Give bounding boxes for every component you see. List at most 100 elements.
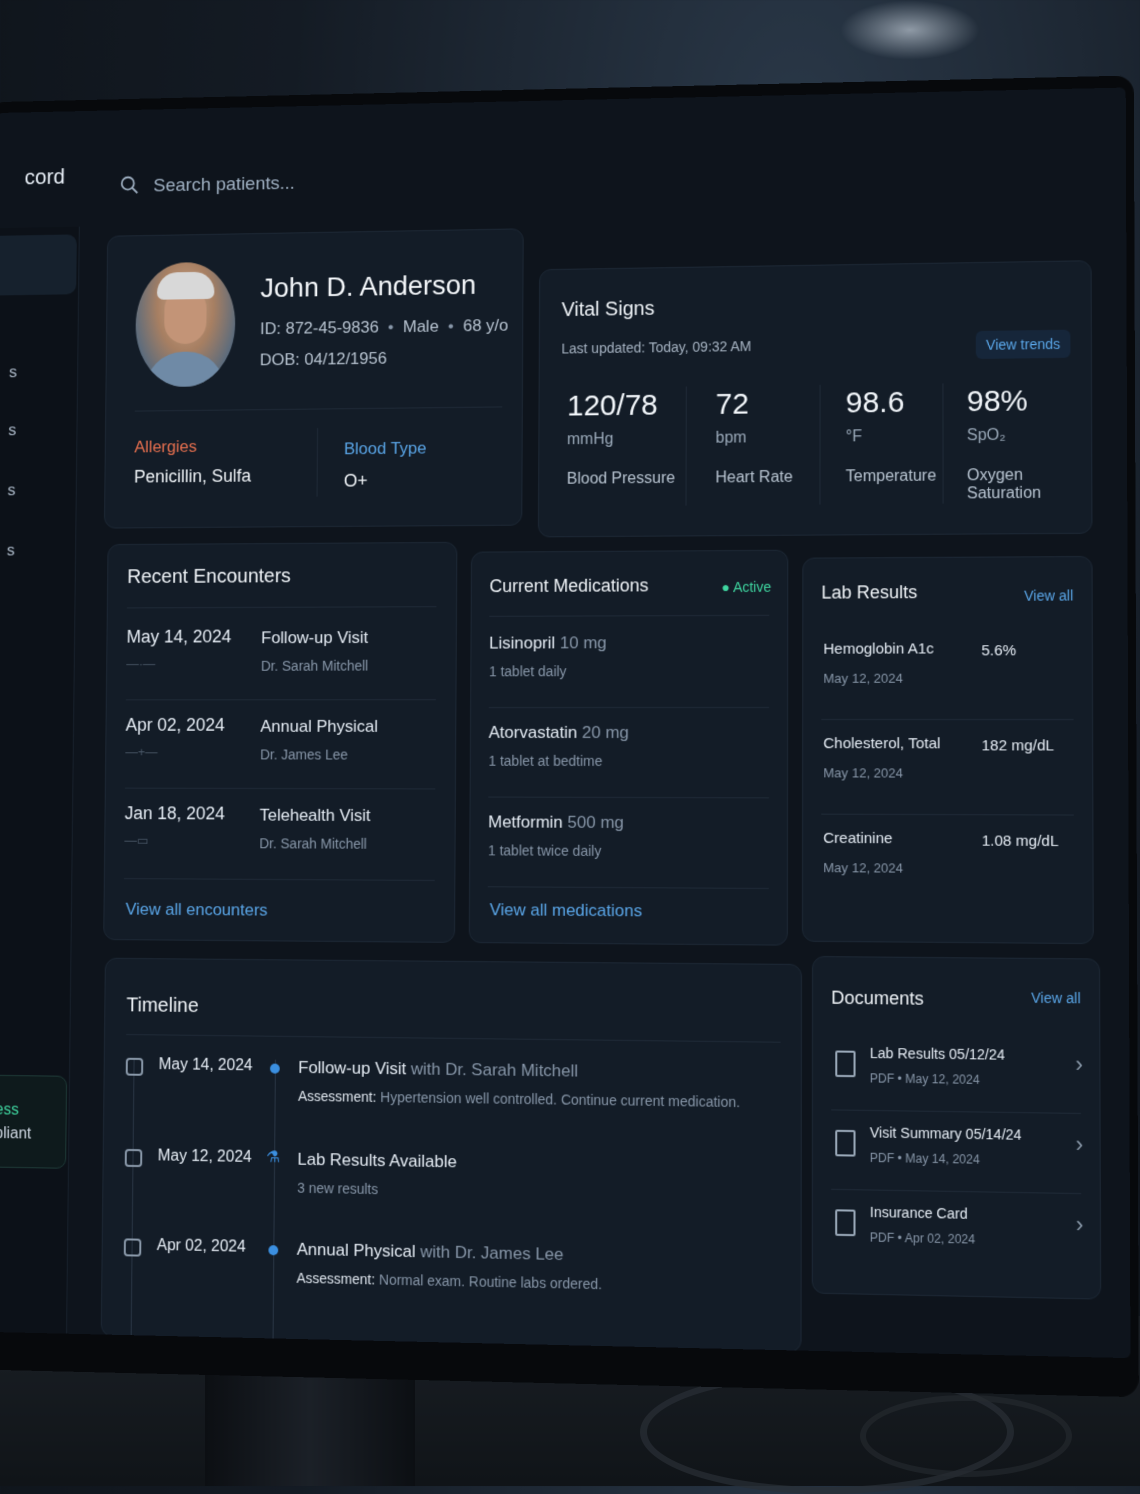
blood-type-label: Blood Type (343, 438, 427, 459)
timeline-card: Timeline May 14, 2024 Follow-up Visit wi… (100, 957, 802, 1353)
calendar-icon (123, 1238, 142, 1257)
timeline-item[interactable]: May 14, 2024 Follow-up Visit with Dr. Sa… (104, 1054, 801, 1154)
vital-heart-rate: 72 bpm Heart Rate (715, 387, 792, 487)
chevron-right-icon[interactable]: › (1075, 1051, 1083, 1078)
timeline-item[interactable]: May 12, 2024 ⚗ Lab Results Available 3 n… (103, 1145, 801, 1248)
document-meta: PDF • May 14, 2024 (869, 1150, 980, 1167)
divider (819, 384, 821, 505)
medication-instructions: 1 tablet daily (488, 663, 567, 680)
medication-name-line: Metformin 500 mg (488, 812, 624, 832)
encounter-type: Follow-up Visit (261, 628, 369, 648)
timeline-heading: Follow-up Visit with Dr. Sarah Mitchell (298, 1058, 578, 1082)
vital-temperature: 98.6 °F Temperature (846, 385, 937, 486)
lab-results-card: Lab Results View all Hemoglobin A1c May … (801, 555, 1094, 945)
sidebar-item-label[interactable]: s (7, 541, 15, 560)
sidebar: s s s s ess pliant (0, 226, 80, 1334)
recent-encounters-card: Recent Encounters May 14, 2024 —·— Follo… (103, 541, 458, 943)
encounter-row[interactable]: May 14, 2024 —·— Follow-up Visit Dr. Sar… (107, 614, 456, 697)
lab-value: 182 mg/dL (981, 737, 1055, 755)
lab-date: May 12, 2024 (823, 860, 904, 876)
divider (942, 383, 944, 504)
documents-title: Documents (831, 987, 924, 1009)
search-bar[interactable] (119, 158, 603, 206)
lab-name: Cholesterol, Total (823, 735, 941, 753)
lab-row[interactable]: Creatinine May 12, 2024 1.08 mg/dL (803, 818, 1093, 909)
view-all-encounters-link[interactable]: View all encounters (125, 900, 267, 921)
video-icon: —▭ (124, 832, 149, 848)
chevron-right-icon[interactable]: › (1076, 1212, 1084, 1239)
blood-type-value: O+ (343, 470, 368, 491)
assessment-text: Normal exam. Routine labs ordered. (378, 1271, 603, 1293)
chevron-right-icon[interactable]: › (1075, 1131, 1083, 1158)
assessment-label: Assessment: (296, 1269, 376, 1288)
hipaa-compliant-text: pliant (0, 1125, 32, 1143)
encounter-row[interactable]: Jan 18, 2024 —▭ Telehealth Visit Dr. Sar… (105, 791, 455, 876)
divider (489, 614, 770, 617)
lab-row[interactable]: Cholesterol, Total May 12, 2024 182 mg/d… (803, 723, 1092, 813)
medication-row[interactable]: Metformin 500 mg 1 tablet twice daily (470, 800, 787, 886)
medication-name: Metformin (488, 812, 563, 832)
timeline-date: May 12, 2024 (157, 1147, 252, 1166)
lab-name: Creatinine (823, 829, 893, 848)
top-bar: cord (0, 88, 1126, 229)
vital-unit: °F (845, 428, 862, 446)
lab-value: 1.08 mg/dL (981, 832, 1059, 851)
encounter-doctor: Dr. James Lee (260, 746, 348, 763)
search-input[interactable] (151, 166, 562, 199)
document-row[interactable]: Lab Results 05/12/24 PDF • May 12, 2024 … (813, 1032, 1100, 1111)
sidebar-item-active[interactable] (0, 234, 77, 296)
timeline-event-with: with Dr. Sarah Mitchell (410, 1059, 579, 1081)
lab-results-title: Lab Results (821, 582, 918, 603)
assessment-label: Assessment: (297, 1087, 377, 1105)
vital-label: Blood Pressure (566, 469, 676, 488)
document-icon (835, 1209, 856, 1237)
document-row[interactable]: Insurance Card PDF • Apr 02, 2024 › (813, 1191, 1100, 1272)
divider (488, 706, 770, 709)
search-icon (119, 174, 140, 200)
medication-dose: 10 mg (559, 633, 607, 653)
medication-row[interactable]: Lisinopril 10 mg 1 tablet daily (471, 621, 787, 705)
app-screen: cord s s s s ess pliant ✕ John D. Anders… (0, 87, 1131, 1359)
vital-unit: SpO₂ (966, 426, 1006, 445)
divider (134, 406, 503, 412)
document-row[interactable]: Visit Summary 05/14/24 PDF • May 14, 202… (813, 1111, 1100, 1191)
encounter-date: Apr 02, 2024 (125, 715, 225, 735)
view-all-labs-link[interactable]: View all (1024, 587, 1073, 603)
lab-row[interactable]: Hemoglobin A1c May 12, 2024 5.6% (803, 628, 1092, 717)
vital-value: 72 (715, 387, 749, 421)
encounter-doctor: Dr. Sarah Mitchell (260, 657, 369, 674)
encounters-title: Recent Encounters (127, 565, 291, 588)
medications-status-badge: ● Active (721, 578, 772, 596)
timeline-dot (268, 1245, 279, 1256)
vital-value: 120/78 (567, 388, 658, 423)
medication-row[interactable]: Atorvastatin 20 mg 1 tablet at bedtime (471, 711, 787, 795)
timeline-event-detail: 3 new results (297, 1179, 379, 1198)
vital-label: Oxygen Saturation (966, 466, 1042, 503)
timeline-assessment: Assessment: Normal exam. Routine labs or… (296, 1270, 602, 1292)
timeline-event-with: with Dr. James Lee (420, 1242, 564, 1265)
divider (126, 1034, 781, 1043)
calendar-icon (125, 1057, 144, 1076)
lab-date: May 12, 2024 (823, 765, 904, 781)
divider (123, 878, 435, 881)
encounter-date: May 14, 2024 (126, 626, 232, 647)
sidebar-item-label[interactable]: s (8, 421, 16, 440)
medication-dose: 20 mg (581, 722, 629, 742)
medications-status-text: Active (733, 578, 772, 595)
patient-card: John D. Anderson ID: 872-45-9836 • Male … (103, 228, 524, 529)
avatar-shirt (144, 351, 226, 388)
view-all-medications-link[interactable]: View all medications (490, 900, 643, 921)
sidebar-item-label[interactable]: s (9, 363, 17, 382)
patient-avatar (135, 261, 236, 388)
divider (488, 796, 769, 799)
vital-value: 98% (966, 384, 1028, 419)
view-all-documents-link[interactable]: View all (1031, 990, 1080, 1007)
vital-oxygen-saturation: 98% SpO₂ Oxygen Saturation (967, 384, 1092, 504)
timeline-title: Timeline (126, 994, 199, 1018)
encounter-doctor: Dr. Sarah Mitchell (259, 835, 367, 852)
timeline-item[interactable]: Apr 02, 2024 Annual Physical with Dr. Ja… (102, 1234, 801, 1339)
encounter-row[interactable]: Apr 02, 2024 —+— Annual Physical Dr. Jam… (106, 703, 456, 786)
view-trends-button[interactable]: View trends (975, 329, 1071, 359)
sidebar-item-label[interactable]: s (7, 481, 15, 500)
timeline-event-title: Follow-up Visit (298, 1057, 407, 1079)
